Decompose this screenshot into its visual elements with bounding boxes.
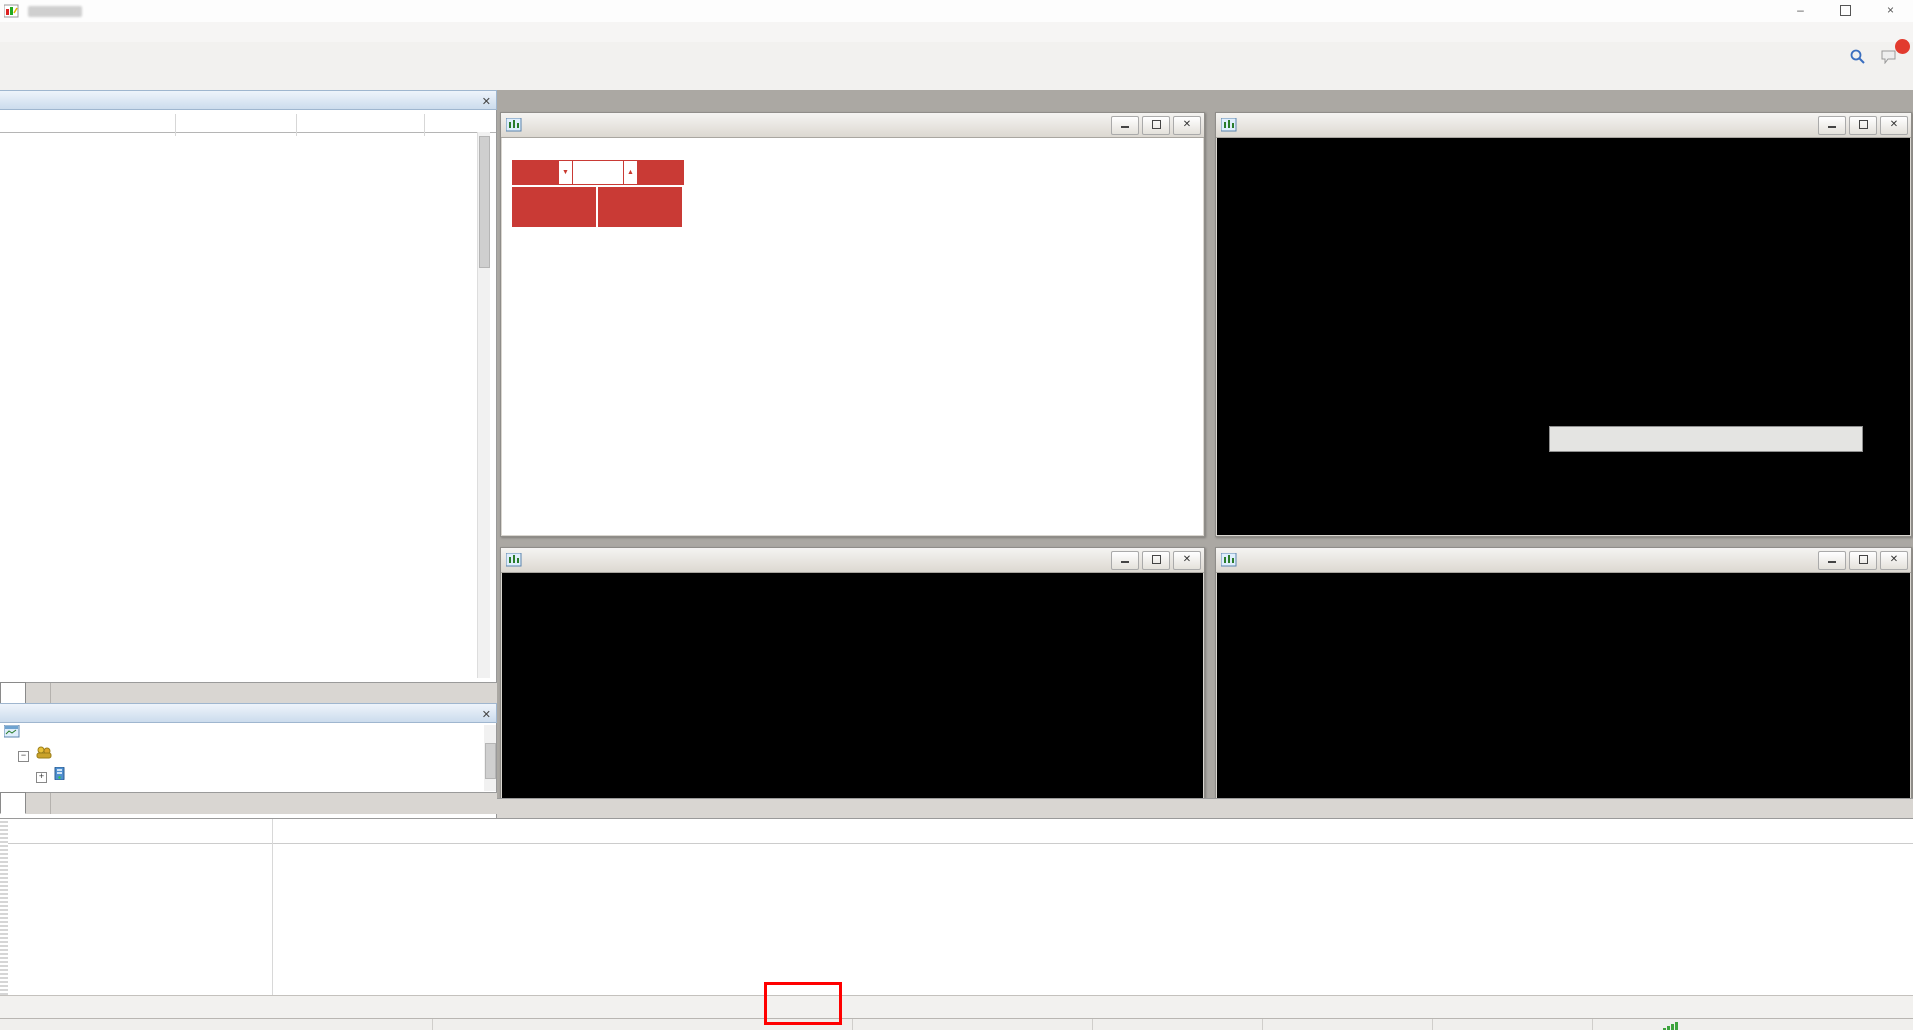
volume-input[interactable] <box>573 160 623 185</box>
navigator-tabs <box>0 792 497 814</box>
navigator-item-accounts[interactable]: − <box>4 746 482 767</box>
chart-icon <box>506 553 522 570</box>
accounts-icon <box>36 750 52 762</box>
market-watch-table <box>0 132 477 678</box>
chart-restore-button[interactable] <box>1849 116 1877 135</box>
terminal-icon <box>4 729 20 741</box>
chart-icon <box>506 118 522 135</box>
navigator-panel: ✕ − + <box>0 703 497 818</box>
market-watch-header: ✕ <box>0 90 497 110</box>
buy-price-button[interactable] <box>598 187 682 227</box>
buy-button[interactable] <box>638 160 684 185</box>
tab-common[interactable] <box>0 792 26 814</box>
volume-increase-stepper[interactable]: ▲ <box>623 160 638 185</box>
terminal-panel <box>0 818 1913 996</box>
chart-minimize-button[interactable] <box>1818 116 1846 135</box>
line-studies-timeframe-toolbar <box>0 69 1913 91</box>
chart-window-audusd-h1[interactable]: ✕ <box>1215 547 1912 798</box>
navigator-item-dooprime-demo[interactable]: + <box>4 767 482 788</box>
mt4-application-window: – × ✕ <box>0 0 1913 1030</box>
sell-button[interactable] <box>512 160 558 185</box>
status-bar <box>0 1018 1913 1030</box>
market-watch-tabs <box>0 682 497 704</box>
chart-workspace: ✕ ▼ ▲ <box>497 90 1913 798</box>
sell-price-button[interactable] <box>512 187 596 227</box>
chart-window-title-bar[interactable]: ✕ <box>1216 548 1911 573</box>
tab-favorites[interactable] <box>26 793 51 814</box>
chart-window-title-bar[interactable]: ✕ <box>501 548 1204 573</box>
market-watch-panel: ✕ <box>0 90 497 703</box>
account-server-icon <box>36 788 48 791</box>
navigator-header: ✕ <box>0 703 497 723</box>
mt4-logo-icon <box>4 3 20 22</box>
volume-decrease-stepper[interactable]: ▼ <box>558 160 573 185</box>
chart-icon <box>1221 553 1237 570</box>
terminal-drag-handle[interactable] <box>0 819 8 996</box>
collapse-icon[interactable]: − <box>18 751 29 762</box>
expand-icon[interactable]: + <box>36 772 47 783</box>
menu-bar <box>0 22 1913 43</box>
search-icon[interactable] <box>1842 44 1872 68</box>
chart-m5-plot-area[interactable]: ▼ ▲ <box>502 138 1203 535</box>
chart-window-xauusd-m5[interactable]: ✕ ▼ ▲ <box>500 112 1205 537</box>
chart-window-title-bar[interactable]: ✕ <box>501 113 1204 138</box>
chart-tab-bar <box>497 798 1913 819</box>
tab-tick-chart[interactable] <box>26 683 51 704</box>
close-button[interactable]: × <box>1868 0 1913 22</box>
connection-bars-icon <box>1663 1020 1679 1030</box>
market-watch-scrollbar[interactable] <box>477 132 490 678</box>
terminal-tab-bar <box>0 995 1913 1018</box>
one-click-trading-widget: ▼ ▲ <box>512 160 684 227</box>
navigator-item-partial <box>4 788 482 791</box>
standard-toolbar <box>0 42 1913 70</box>
notification-count-badge <box>1895 39 1910 54</box>
account-server-icon <box>54 771 66 783</box>
chart-restore-button[interactable] <box>1142 551 1170 570</box>
chart-window-xauusd-h1-top[interactable]: ✕ <box>1215 112 1912 537</box>
journal-column-header[interactable] <box>8 819 1913 844</box>
notifications-icon[interactable] <box>1874 44 1904 68</box>
title-bar: – × <box>0 0 1913 23</box>
chart-h1b-plot-area[interactable] <box>502 573 1203 798</box>
indicator-tooltip <box>1549 426 1863 452</box>
maximize-button[interactable] <box>1823 0 1868 22</box>
chart-close-button[interactable]: ✕ <box>1173 551 1201 570</box>
chart-close-button[interactable]: ✕ <box>1173 116 1201 135</box>
market-watch-column-header[interactable] <box>0 110 496 133</box>
market-watch-close-icon[interactable]: ✕ <box>482 93 491 111</box>
chart-close-button[interactable]: ✕ <box>1880 116 1908 135</box>
navigator-close-icon[interactable]: ✕ <box>482 706 491 724</box>
connection-status <box>1663 1020 1683 1030</box>
tab-symbols[interactable] <box>0 682 26 704</box>
window-title <box>26 4 84 18</box>
chart-window-title-bar[interactable]: ✕ <box>1216 113 1911 138</box>
journal-message-list <box>8 843 1913 996</box>
redacted-account-number <box>28 6 82 17</box>
chart-minimize-button[interactable] <box>1111 116 1139 135</box>
chart-close-button[interactable]: ✕ <box>1880 551 1908 570</box>
chart-restore-button[interactable] <box>1142 116 1170 135</box>
chart-minimize-button[interactable] <box>1818 551 1846 570</box>
navigator-item-terminal[interactable] <box>4 725 482 746</box>
chart-restore-button[interactable] <box>1849 551 1877 570</box>
minimize-button[interactable]: – <box>1778 0 1823 22</box>
navigator-scrollbar[interactable] <box>484 725 496 791</box>
chart-icon <box>1221 118 1237 135</box>
chart-aud-plot-area[interactable] <box>1217 573 1910 798</box>
chart-minimize-button[interactable] <box>1111 551 1139 570</box>
chart-window-xauusd-h1-bottom[interactable]: ✕ <box>500 547 1205 798</box>
chart-h1-plot-area[interactable] <box>1217 138 1910 535</box>
